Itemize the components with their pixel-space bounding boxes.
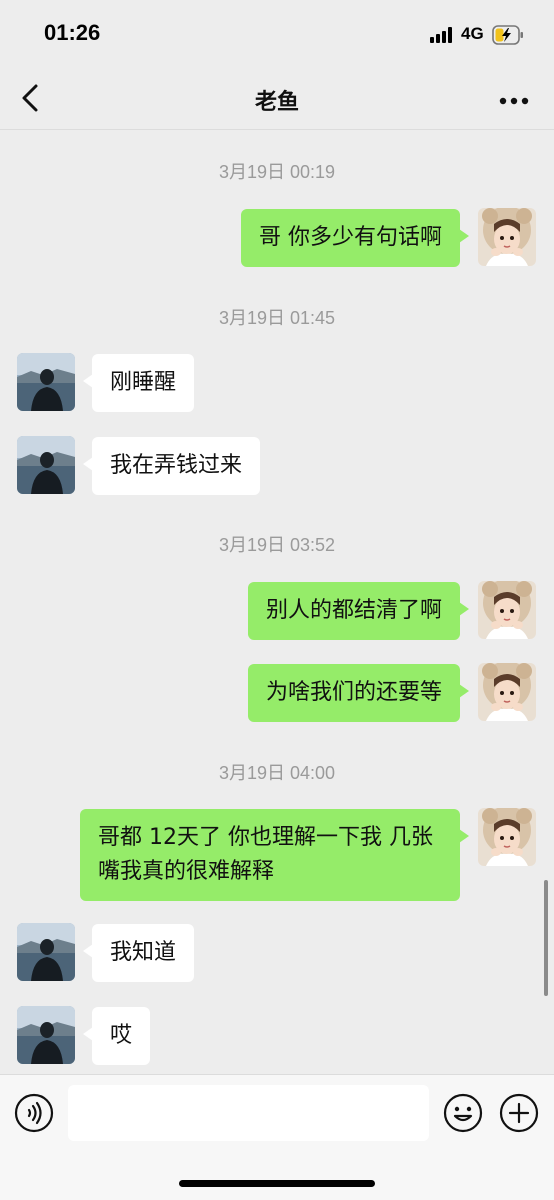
home-indicator[interactable] (179, 1180, 375, 1187)
contact-avatar[interactable] (17, 353, 75, 411)
my-avatar[interactable] (478, 208, 536, 266)
status-time: 01:26 (44, 20, 101, 45)
message-bubble-incoming[interactable]: 我在弄钱过来 (82, 437, 261, 495)
status-bar: 01:26 4G (0, 0, 554, 68)
message-bubble-incoming[interactable]: 我知道 (82, 924, 195, 982)
more-icon[interactable] (498, 92, 530, 105)
plus-icon[interactable] (499, 1093, 539, 1133)
timestamp: 3月19日 03:52 (218, 535, 336, 555)
chat-title: 老鱼 (254, 90, 299, 115)
contact-avatar[interactable] (17, 923, 75, 981)
signal-icon (430, 27, 456, 43)
my-avatar[interactable] (478, 581, 536, 639)
my-avatar[interactable] (478, 663, 536, 721)
message-bubble-outgoing[interactable]: 为啥我们的还要等 (247, 664, 470, 722)
battery-charging-icon (492, 25, 524, 45)
message-bubble-outgoing[interactable]: 别人的都结清了啊 (247, 582, 470, 640)
timestamp: 3月19日 01:45 (218, 308, 336, 328)
message-bubble-outgoing[interactable]: 哥都 12天了 你也理解一下我 几张嘴我真的很难解释 (80, 809, 469, 901)
voice-icon[interactable] (14, 1093, 54, 1133)
emoji-icon[interactable] (443, 1093, 483, 1133)
timestamp: 3月19日 00:19 (218, 162, 336, 182)
message-bubble-outgoing[interactable]: 哥 你多少有句话啊 (241, 209, 469, 267)
message-bubble-incoming[interactable]: 刚睡醒 (82, 354, 195, 412)
contact-avatar[interactable] (17, 436, 75, 494)
nav-bar: 老鱼 (0, 68, 554, 130)
network-label: 4G (461, 24, 484, 43)
message-input[interactable] (68, 1085, 429, 1141)
my-avatar[interactable] (478, 808, 536, 866)
scrollbar[interactable] (544, 880, 548, 996)
contact-avatar[interactable] (17, 1006, 75, 1064)
message-bubble-incoming[interactable]: 哎 (82, 1007, 151, 1065)
timestamp: 3月19日 04:00 (218, 763, 336, 783)
